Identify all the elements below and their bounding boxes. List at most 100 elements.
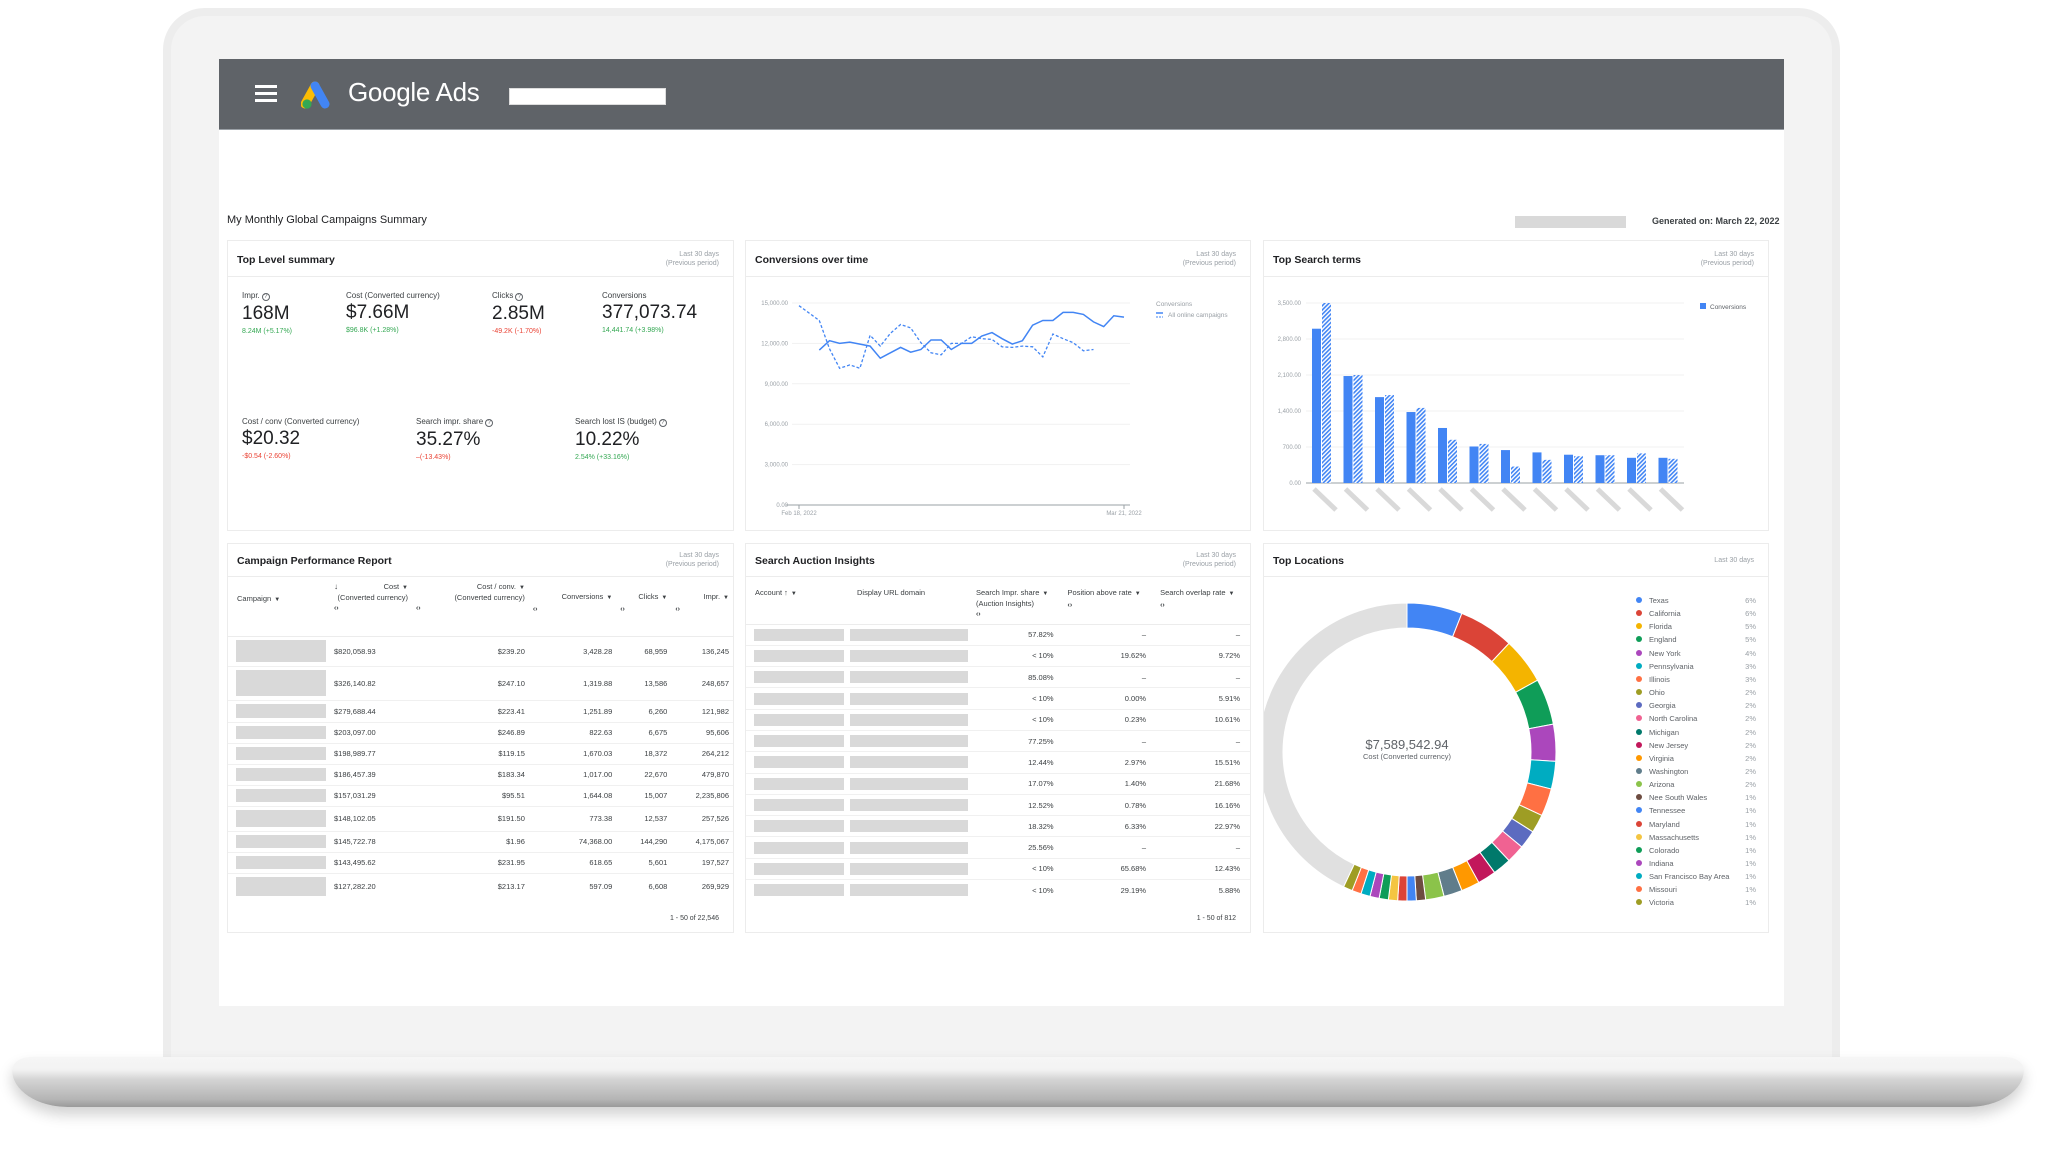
table-row[interactable]: 57.82% – – [746, 623, 1250, 646]
bar-previous[interactable] [1353, 375, 1363, 483]
legend-item[interactable]: Arizona 2% [1636, 780, 1756, 790]
table-row[interactable]: 18.32% 6.33% 22.97% [746, 815, 1250, 837]
display-url-redacted[interactable] [848, 708, 972, 731]
legend-item[interactable]: Ohio 2% [1636, 688, 1756, 698]
table-row[interactable]: $198,989.77 $119.15 1,670.03 18,372 264,212 [228, 742, 733, 764]
help-icon[interactable]: ? [261, 293, 270, 301]
table-row[interactable]: $279,688.44 $223.41 1,251.89 6,260 121,982 [228, 699, 733, 722]
help-icon[interactable]: ? [515, 293, 524, 301]
donut-slice[interactable] [1528, 723, 1557, 762]
expand-compare-icon[interactable]: ‹ › [1160, 601, 1246, 610]
table-row[interactable]: 12.52% 0.78% 16.16% [746, 793, 1250, 816]
hamburger-menu-icon[interactable] [255, 85, 277, 103]
bar-current[interactable] [1343, 376, 1353, 483]
table-row[interactable]: $203,097.00 $246.89 822.63 6,675 95,606 [228, 721, 733, 743]
bar-previous[interactable] [1574, 456, 1583, 483]
bar-current[interactable] [1595, 455, 1605, 483]
campaign-name-redacted[interactable] [228, 742, 330, 764]
bar-current[interactable] [1438, 427, 1447, 483]
dropdown-icon[interactable]: ▼ [519, 585, 525, 591]
campaign-name-redacted[interactable] [228, 851, 330, 873]
bar-previous[interactable] [1605, 455, 1615, 483]
column-header[interactable]: Account ↑ ▼ [746, 578, 848, 625]
legend-item[interactable]: Massachusetts 1% [1636, 833, 1756, 843]
bar-current[interactable] [1627, 457, 1636, 483]
display-url-redacted[interactable] [848, 644, 972, 667]
column-header[interactable]: Search Impr. share ▼ (Auction Insights) ‹ › [972, 578, 1064, 625]
account-redacted[interactable] [746, 623, 848, 646]
table-row[interactable]: < 10% 65.68% 12.43% [746, 857, 1250, 880]
campaign-name-redacted[interactable] [228, 665, 330, 700]
expand-compare-icon[interactable]: ‹ › [533, 605, 612, 614]
dropdown-icon[interactable]: ▼ [1229, 591, 1235, 597]
donut-slice[interactable] [1406, 875, 1417, 902]
legend-item[interactable]: England 5% [1636, 635, 1756, 645]
display-url-redacted[interactable] [848, 793, 972, 816]
legend-item[interactable]: Texas 6% [1636, 596, 1756, 606]
display-url-redacted[interactable] [848, 666, 972, 688]
display-url-redacted[interactable] [848, 772, 972, 795]
bar-previous[interactable] [1542, 459, 1552, 483]
account-redacted[interactable] [746, 836, 848, 859]
legend-item[interactable]: Maryland 1% [1636, 820, 1756, 830]
legend-item[interactable]: New York 4% [1636, 649, 1756, 659]
account-redacted[interactable] [746, 793, 848, 816]
column-header[interactable]: ↓ Cost ▼ (Converted currency) ‹ › [330, 578, 412, 637]
column-header[interactable]: Search overlap rate ▼ ‹ › [1156, 578, 1250, 625]
account-selector[interactable] [509, 88, 666, 105]
table-row[interactable]: $326,140.82 $247.10 1,319.88 13,586 248,657 [228, 665, 733, 700]
campaign-name-redacted[interactable] [228, 830, 330, 852]
account-redacted[interactable] [746, 879, 848, 901]
dropdown-icon[interactable]: ▼ [1135, 591, 1141, 597]
table-row[interactable]: 17.07% 1.40% 21.68% [746, 772, 1250, 795]
legend-item[interactable]: Indiana 1% [1636, 859, 1756, 869]
legend-item[interactable]: North Carolina 2% [1636, 714, 1756, 724]
display-url-redacted[interactable] [848, 857, 972, 880]
bar-previous[interactable] [1479, 443, 1489, 483]
bar-current[interactable] [1312, 328, 1321, 483]
display-url-redacted[interactable] [848, 815, 972, 837]
campaign-name-redacted[interactable] [228, 805, 330, 831]
bar-previous[interactable] [1448, 439, 1457, 483]
legend-item[interactable]: Michigan 2% [1636, 728, 1756, 738]
bar-previous[interactable] [1668, 458, 1678, 483]
column-header[interactable]: Impr. ▼ ‹ › [671, 578, 733, 637]
display-url-redacted[interactable] [848, 751, 972, 774]
expand-compare-icon[interactable]: ‹ › [620, 605, 667, 614]
table-row[interactable]: $186,457.39 $183.34 1,017.00 22,670 479,870 [228, 763, 733, 785]
dropdown-icon[interactable]: ▼ [402, 585, 408, 591]
bar-previous[interactable] [1637, 453, 1646, 483]
help-icon[interactable]: ? [658, 419, 667, 427]
dropdown-icon[interactable]: ▼ [661, 595, 667, 601]
column-header[interactable]: Cost / conv. ▼ (Converted currency) ‹ › [412, 578, 529, 637]
column-header[interactable]: Campaign ▼ [228, 578, 330, 637]
table-row[interactable]: < 10% 0.23% 10.61% [746, 708, 1250, 731]
table-row[interactable]: 77.25% – – [746, 729, 1250, 752]
bar-current[interactable] [1532, 452, 1542, 483]
table-row[interactable]: 25.56% – – [746, 836, 1250, 859]
display-url-redacted[interactable] [848, 879, 972, 901]
bar-previous[interactable] [1322, 303, 1331, 483]
table-row[interactable]: $143,495.62 $231.95 618.65 5,601 197,527 [228, 851, 733, 873]
table-row[interactable]: < 10% 29.19% 5.88% [746, 879, 1250, 901]
table-row[interactable]: $157,031.29 $95.51 1,644.08 15,007 2,235,806 [228, 784, 733, 806]
display-url-redacted[interactable] [848, 729, 972, 752]
account-redacted[interactable] [746, 644, 848, 667]
column-header[interactable]: Position above rate ▼ ‹ › [1063, 578, 1157, 625]
display-url-redacted[interactable] [848, 836, 972, 859]
bar-previous[interactable] [1511, 466, 1520, 483]
column-header[interactable]: Display URL domain [848, 578, 972, 625]
campaign-name-redacted[interactable] [228, 784, 330, 806]
legend-item[interactable]: Florida 5% [1636, 622, 1756, 632]
legend-item[interactable]: New Jersey 2% [1636, 741, 1756, 751]
legend-item[interactable]: Illinois 3% [1636, 675, 1756, 685]
legend-item[interactable]: Tennessee 1% [1636, 806, 1756, 816]
bar-current[interactable] [1469, 446, 1479, 483]
bar-previous[interactable] [1385, 395, 1394, 483]
bar-current[interactable] [1564, 454, 1573, 483]
expand-compare-icon[interactable]: ‹ › [334, 604, 408, 613]
table-row[interactable]: < 10% 19.62% 9.72% [746, 644, 1250, 667]
bar-current[interactable] [1375, 397, 1384, 483]
legend-item[interactable]: Colorado 1% [1636, 846, 1756, 856]
display-url-redacted[interactable] [848, 687, 972, 710]
